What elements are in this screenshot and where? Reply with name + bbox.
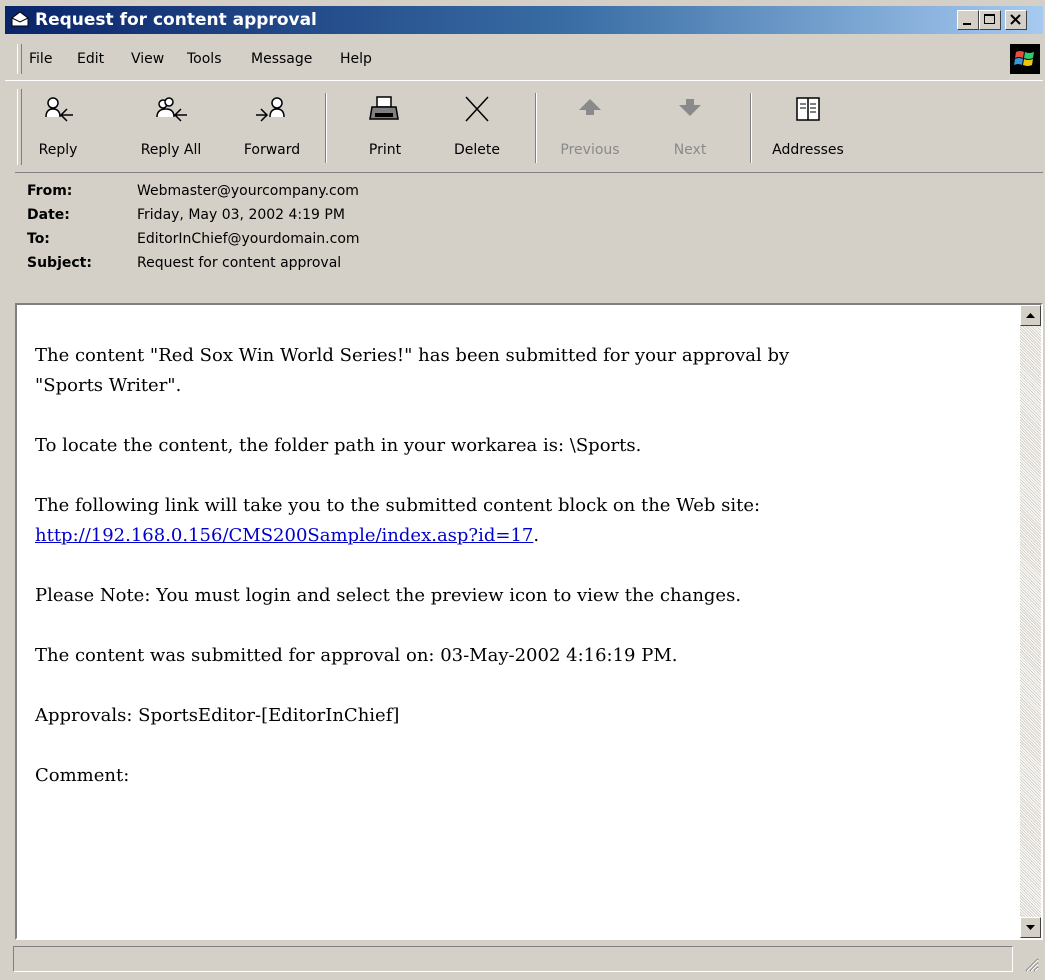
reply-button[interactable]: Reply — [25, 95, 91, 165]
from-label: From: — [27, 183, 73, 199]
envelope-icon — [11, 11, 29, 27]
to-value: EditorInChief@yourdomain.com — [137, 231, 360, 247]
toolbar-separator — [750, 93, 752, 163]
message-text[interactable]: The content "Red Sox Win World Series!" … — [35, 341, 815, 821]
to-label: To: — [27, 231, 50, 247]
body-paragraph: The following link will take you to the … — [35, 491, 815, 551]
forward-button[interactable]: Forward — [232, 95, 312, 165]
reply-label: Reply — [38, 142, 78, 158]
close-icon — [1010, 14, 1021, 25]
address-book-icon — [796, 97, 820, 121]
status-bar — [5, 944, 1043, 974]
windows-logo-icon — [1010, 44, 1040, 74]
delete-button[interactable]: Delete — [442, 95, 512, 165]
message-body[interactable]: The content "Red Sox Win World Series!" … — [15, 303, 1043, 940]
menubar-grip[interactable] — [17, 44, 22, 74]
menu-file[interactable]: File — [29, 51, 52, 67]
reply-all-icon — [156, 97, 187, 122]
resize-grip-icon[interactable] — [1021, 954, 1039, 972]
vertical-scrollbar[interactable] — [1020, 305, 1041, 938]
link-intro: The following link will take you to the … — [35, 495, 761, 516]
minimize-icon — [963, 23, 971, 25]
menu-tools[interactable]: Tools — [187, 51, 222, 67]
forward-label: Forward — [243, 142, 301, 158]
subject-label: Subject: — [27, 255, 92, 271]
body-paragraph: Please Note: You must login and select t… — [35, 585, 742, 606]
previous-button[interactable]: Previous — [550, 95, 630, 165]
title-bar[interactable]: Request for content approval — [5, 6, 1043, 34]
body-paragraph: To locate the content, the folder path i… — [35, 435, 642, 456]
link-suffix: . — [533, 525, 540, 546]
subject-value: Request for content approval — [137, 255, 342, 271]
body-paragraph: Approvals: SportsEditor-[EditorInChief] — [35, 705, 400, 726]
content-link[interactable]: http://192.168.0.156/CMS200Sample/index.… — [35, 525, 533, 546]
print-button[interactable]: Print — [350, 95, 420, 165]
status-pane — [13, 946, 1013, 972]
delete-label: Delete — [454, 142, 500, 158]
reply-all-label: Reply All — [140, 142, 202, 158]
menu-help[interactable]: Help — [340, 51, 372, 67]
toolbar: Reply Reply All Forward Print Delete Pre… — [5, 80, 1043, 171]
scroll-down-button[interactable] — [1020, 917, 1041, 938]
menu-message[interactable]: Message — [251, 51, 312, 67]
from-value: Webmaster@yourcompany.com — [137, 183, 359, 199]
addresses-label: Addresses — [772, 142, 844, 158]
window-title: Request for content approval — [35, 10, 317, 30]
previous-label: Previous — [560, 142, 620, 158]
menu-edit[interactable]: Edit — [77, 51, 104, 67]
printer-icon — [369, 96, 399, 120]
email-message-window: Request for content approval File Edit V… — [0, 0, 1045, 980]
down-arrow-icon — [679, 99, 701, 116]
next-label: Next — [673, 142, 707, 158]
body-paragraph: The content was submitted for approval o… — [35, 645, 678, 666]
toolbar-separator — [325, 93, 327, 163]
close-button[interactable] — [1005, 10, 1027, 30]
up-arrow-icon — [579, 99, 601, 115]
toolbar-grip[interactable] — [17, 89, 22, 165]
body-paragraph: The content "Red Sox Win World Series!" … — [35, 345, 790, 396]
maximize-button[interactable] — [979, 10, 1001, 30]
menu-bar: File Edit View Tools Message Help — [5, 38, 1043, 78]
message-header: From: Webmaster@yourcompany.com Date: Fr… — [15, 172, 1043, 299]
date-value: Friday, May 03, 2002 4:19 PM — [137, 207, 345, 223]
reply-all-button[interactable]: Reply All — [131, 95, 211, 165]
body-paragraph: Comment: — [35, 765, 130, 786]
delete-x-icon — [465, 96, 489, 122]
reply-icon — [45, 97, 73, 122]
maximize-icon — [984, 14, 995, 24]
date-label: Date: — [27, 207, 70, 223]
print-label: Print — [368, 142, 402, 158]
scroll-up-button[interactable] — [1020, 305, 1041, 326]
menu-view[interactable]: View — [131, 51, 164, 67]
scroll-down-arrow-icon — [1026, 925, 1035, 930]
minimize-button[interactable] — [957, 10, 979, 30]
forward-icon — [256, 97, 285, 122]
toolbar-separator — [535, 93, 537, 163]
addresses-button[interactable]: Addresses — [760, 95, 856, 165]
next-button[interactable]: Next — [655, 95, 725, 165]
scroll-up-arrow-icon — [1026, 313, 1035, 318]
